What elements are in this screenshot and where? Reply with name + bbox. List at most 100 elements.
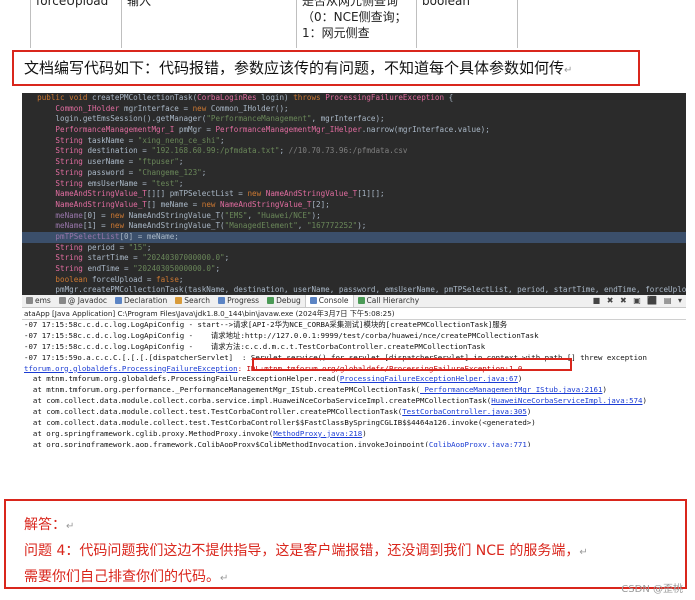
code-editor: public void createPMCollectionTask(Corba… xyxy=(22,93,686,295)
code-token: meName xyxy=(28,221,83,231)
code-token: [0] = xyxy=(82,210,111,220)
table-cell-direction: 输入 xyxy=(122,0,297,48)
code-token: mgrInterface = xyxy=(119,103,193,113)
paragraph-mark-icon: ↵ xyxy=(579,547,588,558)
table-cell-param-name: forceUpload xyxy=(30,0,122,48)
code-token: Common_IHolder(); xyxy=(210,103,289,113)
code-token: "ManagedElement" xyxy=(224,221,298,231)
tab-console[interactable]: Console xyxy=(304,295,354,307)
view-tab-bar: ems @ Javadoc Declaration Search Progress Deb… xyxy=(22,295,686,308)
code-token: "20240305000000.0" xyxy=(133,264,216,273)
code-token: ; xyxy=(220,135,225,145)
code-token: ; xyxy=(279,146,289,156)
code-line: meName[0] = new NameAndStringValue_T("EM… xyxy=(22,211,686,222)
code-line: NameAndStringValue_T[] meName = new Name… xyxy=(22,200,686,211)
code-token: public void xyxy=(28,93,93,102)
code-token: ; xyxy=(178,274,184,284)
code-token: taskName = xyxy=(82,135,138,145)
console-log-line: -07 17:15:58c.c.d.c.log.LogApiConfig - 请… xyxy=(24,341,486,351)
tab-label: @ Javadoc xyxy=(67,296,108,305)
tab-call-hierarchy[interactable]: Call Hierarchy xyxy=(354,295,424,307)
code-token: String xyxy=(28,146,83,156)
paragraph-mark-icon: ↵ xyxy=(66,521,75,532)
code-token: login) xyxy=(256,93,294,102)
stack-frame-end: ) xyxy=(642,396,647,406)
code-token: createPMCollectionTask( xyxy=(92,93,198,102)
debug-icon xyxy=(267,297,275,304)
code-token: "Huawei/NCE" xyxy=(256,210,312,220)
code-line: String endTime = "20240305000000.0"; xyxy=(22,264,686,275)
paragraph-mark-icon: ↵ xyxy=(564,65,573,76)
source-link[interactable]: _PerformanceManagementMgr_IStub.java:216… xyxy=(420,385,602,394)
tab-label: Debug xyxy=(276,296,301,305)
code-token: , mgrInterface); xyxy=(311,114,385,124)
code-line: meName[1] = new NameAndStringValue_T("Ma… xyxy=(22,221,686,232)
code-token: boolean xyxy=(28,274,93,284)
declaration-icon xyxy=(115,297,123,304)
console-log-line: at org.springframework.cglib.proxy.Metho… xyxy=(22,429,686,440)
source-link[interactable]: HuaweiNceCorbaServiceImpl.java:574 xyxy=(491,396,642,405)
code-token: throws xyxy=(293,93,326,102)
stack-frame-end: ) xyxy=(526,439,532,447)
code-token: [2]; xyxy=(311,199,330,209)
code-line: login.getEmsSession().getManager("Perfor… xyxy=(22,114,686,125)
tab-progress[interactable]: Progress xyxy=(214,295,263,307)
code-token: emsUserName = xyxy=(82,178,152,188)
code-token: NameAndStringValue_T xyxy=(28,199,147,209)
tab-declaration[interactable]: Declaration xyxy=(111,295,171,307)
search-icon xyxy=(175,297,183,304)
code-line: String password = "Changeme_123"; xyxy=(22,168,686,179)
code-token: NameAndStringValue_T( xyxy=(128,210,225,220)
stack-frame-end: ) xyxy=(526,407,532,417)
console-log-line: -07 17:15:58c.c.d.c.log.LogApiConfig - s… xyxy=(24,320,508,329)
code-token: "EMS" xyxy=(224,210,248,220)
code-line: String emsUserName = "test"; xyxy=(22,179,686,190)
code-token: "192.168.60.99:/pfmdata.txt" xyxy=(151,146,280,156)
source-link[interactable]: MethodProxy.java:218 xyxy=(273,429,362,438)
stack-frame: at mtnm.tmforum.org.performance._Perform… xyxy=(24,385,421,395)
console-log-line: -07 17:15:58c.c.d.c.log.LogApiConfig - 请… xyxy=(24,330,539,340)
code-token: ; xyxy=(178,157,184,167)
code-token: "ftpuser" xyxy=(137,157,179,167)
exception-class-link[interactable]: tforum.org.globaldefs.ProcessingFailureE… xyxy=(24,364,238,373)
stack-frame: at mtnm.tmforum.org.globaldefs.Processin… xyxy=(24,374,340,384)
code-token: ); xyxy=(357,221,367,231)
call-hierarchy-icon xyxy=(357,297,365,304)
tab-ems[interactable]: ems xyxy=(22,295,55,307)
code-token: "xing_neng_ce_shi" xyxy=(137,135,221,145)
source-link[interactable]: ProcessingFailureExceptionHelper.java:67 xyxy=(340,374,518,383)
code-token: login.getEmsSession().getManager( xyxy=(28,114,207,124)
console-panel: ems @ Javadoc Declaration Search Progress Deb… xyxy=(22,295,686,447)
code-token: [1] = xyxy=(82,221,111,231)
code-line: NameAndStringValue_T[][] pmTPSelectList … xyxy=(22,189,686,200)
code-line: String userName = "ftpuser"; xyxy=(22,157,686,168)
tab-javadoc[interactable]: @ Javadoc xyxy=(55,295,111,307)
code-token: "Changeme_123" xyxy=(137,167,202,177)
code-token: new xyxy=(110,221,129,231)
code-token: new xyxy=(247,189,266,199)
source-link[interactable]: CglibAopProxy.java:771 xyxy=(429,440,527,447)
watermark: CSDN @歪桃 xyxy=(621,584,683,595)
code-token: pmMgr.createPMCollectionTask(taskName, d… xyxy=(28,285,686,295)
code-token: NameAndStringValue_T xyxy=(28,189,147,199)
tab-debug[interactable]: Debug xyxy=(263,295,305,307)
code-token: ; xyxy=(215,264,221,273)
code-token: "PerformanceManagement" xyxy=(206,114,312,124)
code-token: forceUpload = xyxy=(92,274,157,284)
tab-search[interactable]: Search xyxy=(171,295,214,307)
console-toolbar-icons[interactable]: ■ ✖ ✖ ▣ ⬛ ▤ ▾ xyxy=(593,296,684,305)
code-line: public void createPMCollectionTask(Corba… xyxy=(22,93,686,104)
code-token: destination = xyxy=(82,146,152,156)
code-line: PerformanceManagementMgr_I pmMgr = Perfo… xyxy=(22,125,686,136)
code-token: endTime = xyxy=(82,264,134,273)
code-token: String xyxy=(28,242,83,252)
console-log-line: at mtnm.tmforum.org.performance._Perform… xyxy=(22,385,686,396)
code-token: [] meName = xyxy=(146,199,202,209)
source-link[interactable]: TestCorbaController.java:305 xyxy=(402,407,527,416)
code-token: ; xyxy=(146,242,152,252)
stack-frame: at org.springframework.cglib.proxy.Metho… xyxy=(24,428,274,438)
code-token: NameAndStringValue_T( xyxy=(128,221,225,231)
code-token: String xyxy=(28,167,83,177)
code-token: ProcessingFailureException xyxy=(325,93,445,102)
code-token: String xyxy=(28,264,83,273)
